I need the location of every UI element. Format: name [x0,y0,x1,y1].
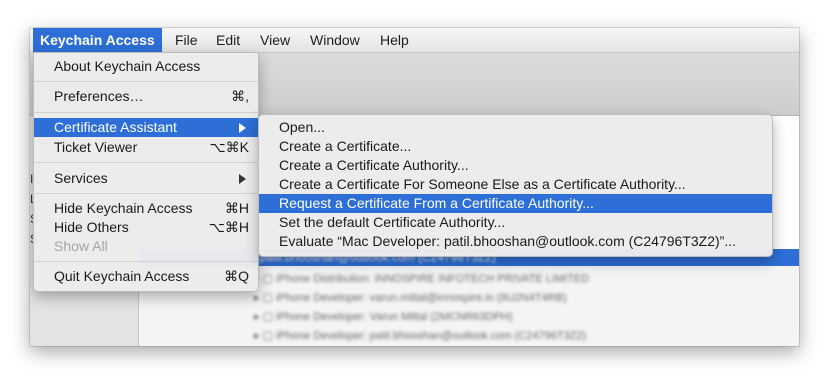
menu-item-ticket-viewer[interactable]: Ticket Viewer ⌥⌘K [34,138,258,157]
menu-item-shortcut: ⌘, [231,88,249,104]
submenu-item-set-default-authority[interactable]: Set the default Certificate Authority... [259,213,772,232]
keychain-access-menu: About Keychain Access Preferences… ⌘, Ce… [33,52,259,292]
menu-item-label: Services [54,170,108,186]
list-item[interactable]: ▸ ▢ iPhone Developer: varun.mittal@innos… [254,291,567,304]
menu-item-label: Certificate Assistant [54,119,177,135]
menu-item-label: Preferences… [54,88,144,104]
menu-item-services[interactable]: Services [34,169,258,188]
menu-item-quit[interactable]: Quit Keychain Access ⌘Q [34,267,258,286]
menu-separator [34,193,258,194]
submenu-item-create-certificate-for-someone-else[interactable]: Create a Certificate For Someone Else as… [259,175,772,194]
menu-separator [34,162,258,163]
menu-item-label: Evaluate “Mac Developer: patil.bhooshan@… [279,233,736,249]
menu-item-preferences[interactable]: Preferences… ⌘, [34,87,258,106]
list-item[interactable]: ▸ ▢ iPhone Developer: patil.bhooshan@out… [254,329,586,342]
menu-edit[interactable]: Edit [209,28,247,52]
menu-help[interactable]: Help [373,28,416,52]
certificate-assistant-submenu: Open... Create a Certificate... Create a… [258,114,773,257]
menu-item-label: Create a Certificate For Someone Else as… [279,176,686,192]
menu-item-label: Request a Certificate From a Certificate… [279,195,594,211]
submenu-item-request-certificate[interactable]: Request a Certificate From a Certificate… [259,194,772,213]
menu-item-shortcut: ⌘Q [224,268,249,284]
menu-item-shortcut: ⌥⌘K [209,139,249,155]
menu-item-hide[interactable]: Hide Keychain Access ⌘H [34,199,258,218]
screen: I L S S ▸ ▢ iPhone Distribution: INNOSPI… [30,28,799,346]
menu-window[interactable]: Window [303,28,367,52]
menu-keychain-access[interactable]: Keychain Access [33,28,162,52]
menu-item-certificate-assistant[interactable]: Certificate Assistant [34,118,258,137]
list-item[interactable]: ▸ ▢ iPhone Distribution: INNOSPIRE INFOT… [254,272,589,285]
menu-item-label: Ticket Viewer [54,139,138,155]
menu-file[interactable]: File [168,28,205,52]
menu-item-label: Create a Certificate Authority... [279,157,469,173]
submenu-item-open[interactable]: Open... [259,118,772,137]
submenu-arrow-icon [239,174,246,184]
menu-separator [34,112,258,113]
menu-separator [34,81,258,82]
menu-item-label: Hide Keychain Access [54,200,193,216]
menu-item-show-all: Show All [34,237,258,256]
menu-item-hide-others[interactable]: Hide Others ⌥⌘H [34,218,258,237]
menu-bar: Keychain Access File Edit View Window He… [30,28,799,53]
list-item[interactable]: ▸ ▢ iPhone Developer: Varun Mittal (2MCN… [254,310,512,323]
menu-separator [34,261,258,262]
menu-item-label: Create a Certificate... [279,138,412,154]
submenu-arrow-icon [239,123,246,133]
menu-item-shortcut: ⌘H [224,200,249,216]
menu-item-label: Quit Keychain Access [54,268,190,284]
menu-item-label: About Keychain Access [54,58,201,74]
menu-item-label: Open... [279,119,325,135]
menu-item-label: Set the default Certificate Authority... [279,214,506,230]
menu-item-label: Hide Others [54,219,129,235]
menu-item-label: Show All [54,238,108,254]
menu-view[interactable]: View [253,28,297,52]
menu-item-about[interactable]: About Keychain Access [34,57,258,76]
submenu-item-create-certificate[interactable]: Create a Certificate... [259,137,772,156]
submenu-item-create-certificate-authority[interactable]: Create a Certificate Authority... [259,156,772,175]
menu-item-shortcut: ⌥⌘H [208,219,249,235]
submenu-item-evaluate[interactable]: Evaluate “Mac Developer: patil.bhooshan@… [259,232,772,251]
